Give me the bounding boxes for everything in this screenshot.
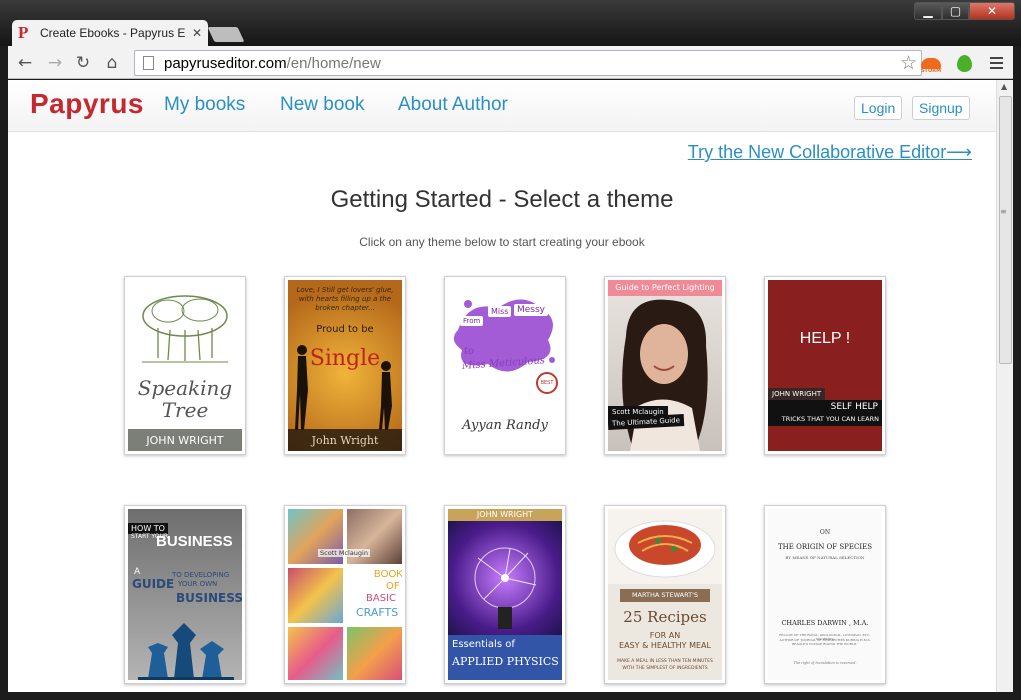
best-badge: BEST	[536, 372, 558, 394]
url-host: papyruseditor.com	[164, 54, 287, 72]
cover-word-miss: Miss	[488, 306, 512, 317]
cover-line2: TRICKS THAT YOU CAN LEARN	[781, 415, 879, 423]
cover-tagline: Love, I Still get lovers' glue, with hea…	[296, 286, 394, 312]
cover-author: MARTHA STEWART'S	[620, 589, 710, 602]
browser-toolbar: ← → ↻ ⌂ papyruseditor.com/en/home/new ☆ …	[8, 46, 1013, 79]
cover-line-basic: BASIC	[366, 593, 396, 604]
cover-word-to: to	[464, 346, 475, 357]
browser-window: P Create Ebooks - Papyrus E ✕ ▁ ▢ ✕ ← → …	[0, 0, 1021, 700]
cover-author: JOHN WRIGHT	[768, 388, 826, 400]
scroll-thumb[interactable]	[999, 96, 1012, 364]
cover-line4: WITH THE SIMPLEST OF INGREDIENTS	[622, 666, 708, 671]
tree-illustration	[142, 295, 228, 363]
cover-line1: Essentials of	[452, 639, 515, 650]
cover-title: HELP !	[799, 330, 851, 347]
storm-extension-icon[interactable]: STORM	[920, 53, 942, 74]
cover-line3: MAKE A MEAL IN LESS THAN TEN MINUTES	[617, 659, 713, 664]
theme-help[interactable]: HELP ! JOHN WRIGHT SELF HELP TRICKS THAT…	[764, 276, 886, 455]
page-icon	[143, 56, 154, 70]
leaf-extension-icon[interactable]	[953, 53, 975, 73]
cover-subtitle: BY MEANS OF NATURAL SELECTION	[785, 555, 865, 560]
cover-author: John Wright	[288, 429, 402, 451]
theme-speaking-tree[interactable]: Speaking Tree JOHN WRIGHT	[124, 276, 246, 455]
theme-start-business[interactable]: HOW TO START YOUR BUSINESS A GUIDE TO DE…	[124, 505, 246, 684]
page-subtitle: Click on any theme below to start creati…	[359, 235, 645, 249]
address-bar[interactable]: papyruseditor.com/en/home/new ☆	[134, 50, 922, 76]
cover-line-yourown: YOUR OWN	[178, 580, 218, 588]
page-scrollbar[interactable]: ▲ ≡	[996, 80, 1013, 692]
scroll-grip-icon: ≡	[1000, 207, 1007, 216]
url-path: /en/home/new	[286, 54, 381, 72]
cover-title-line2: Tree	[161, 398, 209, 422]
site-header: Papyrus My books New book About Author L…	[8, 80, 996, 132]
collaborative-editor-link[interactable]: Try the New Collaborative Editor⟶	[688, 142, 972, 163]
cover-rights: The right of translation is reserved.	[793, 661, 857, 665]
reload-icon[interactable]: ↻	[72, 52, 94, 74]
silhouettes-illustration	[295, 345, 392, 430]
cover-line1: FOR AN	[649, 631, 681, 640]
new-tab-button[interactable]	[207, 27, 245, 42]
cover-line-business2: BUSINESS	[176, 591, 242, 605]
bookmark-star-icon[interactable]: ☆	[900, 52, 917, 75]
pasta-dish-photo	[608, 509, 722, 584]
scroll-up-arrow-icon[interactable]: ▲	[1001, 82, 1007, 91]
cover-line-guide: GUIDE	[132, 577, 175, 591]
cover-title: THE ORIGIN OF SPECIES	[777, 543, 873, 551]
papyrus-favicon-icon: P	[18, 23, 29, 42]
theme-miss-messy[interactable]: From Miss Messy to Miss Meticulous BEST …	[444, 276, 566, 455]
tab-title: Create Ebooks - Papyrus E	[40, 26, 186, 40]
cover-title: 25 Recipes	[623, 608, 707, 626]
browser-tab[interactable]: P Create Ebooks - Papyrus E ✕	[12, 20, 208, 46]
theme-perfect-lighting[interactable]: Guide to Perfect Lighting Scott Mclaugin…	[604, 276, 726, 455]
cover-author: CHARLES DARWIN , M.A.	[781, 619, 869, 627]
theme-proud-to-be-single[interactable]: Love, I Still get lovers' glue, with hea…	[284, 276, 406, 455]
tab-close-icon[interactable]: ✕	[192, 26, 202, 40]
cover-line1: SELF HELP	[830, 402, 878, 412]
cover-author: JOHN WRIGHT	[448, 509, 562, 521]
cover-on: ON	[819, 529, 831, 536]
cover-word-messy: Messy	[514, 304, 549, 316]
cover-line-book: BOOK	[374, 569, 402, 580]
nav-about-author[interactable]: About Author	[398, 94, 508, 116]
theme-origin-of-species[interactable]: ON THE ORIGIN OF SPECIES BY MEANS OF NAT…	[764, 505, 886, 684]
cover-word-from: From	[460, 316, 484, 326]
cover-line-a: A	[134, 567, 141, 577]
cover-line-business: BUSINESS	[156, 533, 233, 550]
cover-line-developing: TO DEVELOPING	[172, 571, 230, 579]
cover-author: Scott Mclaugin	[318, 549, 370, 557]
page-title: Getting Started - Select a theme	[330, 186, 674, 213]
login-button[interactable]: Login	[854, 96, 903, 120]
minimize-button[interactable]: ▁	[914, 2, 942, 20]
cover-title: Guide to Perfect Lighting	[608, 280, 722, 296]
cover-line-of: OF	[386, 581, 400, 592]
cover-line-crafts: CRAFTS	[356, 606, 399, 619]
back-arrow-icon[interactable]: ←	[14, 52, 36, 74]
cover-fine2: AUTHOR OF 'JOURNAL OF RESEARCHES DURING …	[779, 638, 871, 646]
cover-title-line1: Speaking	[137, 376, 233, 400]
papyrus-logo[interactable]: Papyrus	[30, 88, 144, 120]
page-viewport: Papyrus My books New book About Author L…	[8, 80, 1013, 692]
theme-applied-physics[interactable]: JOHN WRIGHT Essentials of APPLIED PHYSIC…	[444, 505, 566, 684]
nav-new-book[interactable]: New book	[280, 94, 365, 116]
signup-button[interactable]: Signup	[912, 96, 970, 120]
home-icon[interactable]: ⌂	[101, 52, 123, 74]
nav-my-books[interactable]: My books	[164, 94, 245, 116]
theme-basic-crafts[interactable]: Scott Mclaugin BOOK OF BASIC CRAFTS	[284, 505, 406, 684]
storm-label: STORM	[920, 68, 942, 74]
plasma-ball-illustration	[474, 547, 537, 629]
browser-menu-icon[interactable]	[986, 53, 1006, 73]
cover-line2: APPLIED PHYSICS	[452, 655, 559, 668]
cover-line2: EASY & HEALTHY MEAL	[619, 641, 711, 650]
maximize-button[interactable]: ▢	[942, 2, 969, 20]
cover-author: JOHN WRIGHT	[128, 429, 242, 451]
forward-arrow-icon[interactable]: →	[44, 52, 66, 74]
chess-pieces-illustration	[138, 623, 234, 680]
cover-author: Ayyan Randy	[462, 418, 548, 433]
close-window-button[interactable]: ✕	[969, 2, 1015, 20]
theme-25-recipes[interactable]: MARTHA STEWART'S 25 Recipes FOR AN EASY …	[604, 505, 726, 684]
title-bar: P Create Ebooks - Papyrus E ✕ ▁ ▢ ✕	[0, 0, 1021, 46]
